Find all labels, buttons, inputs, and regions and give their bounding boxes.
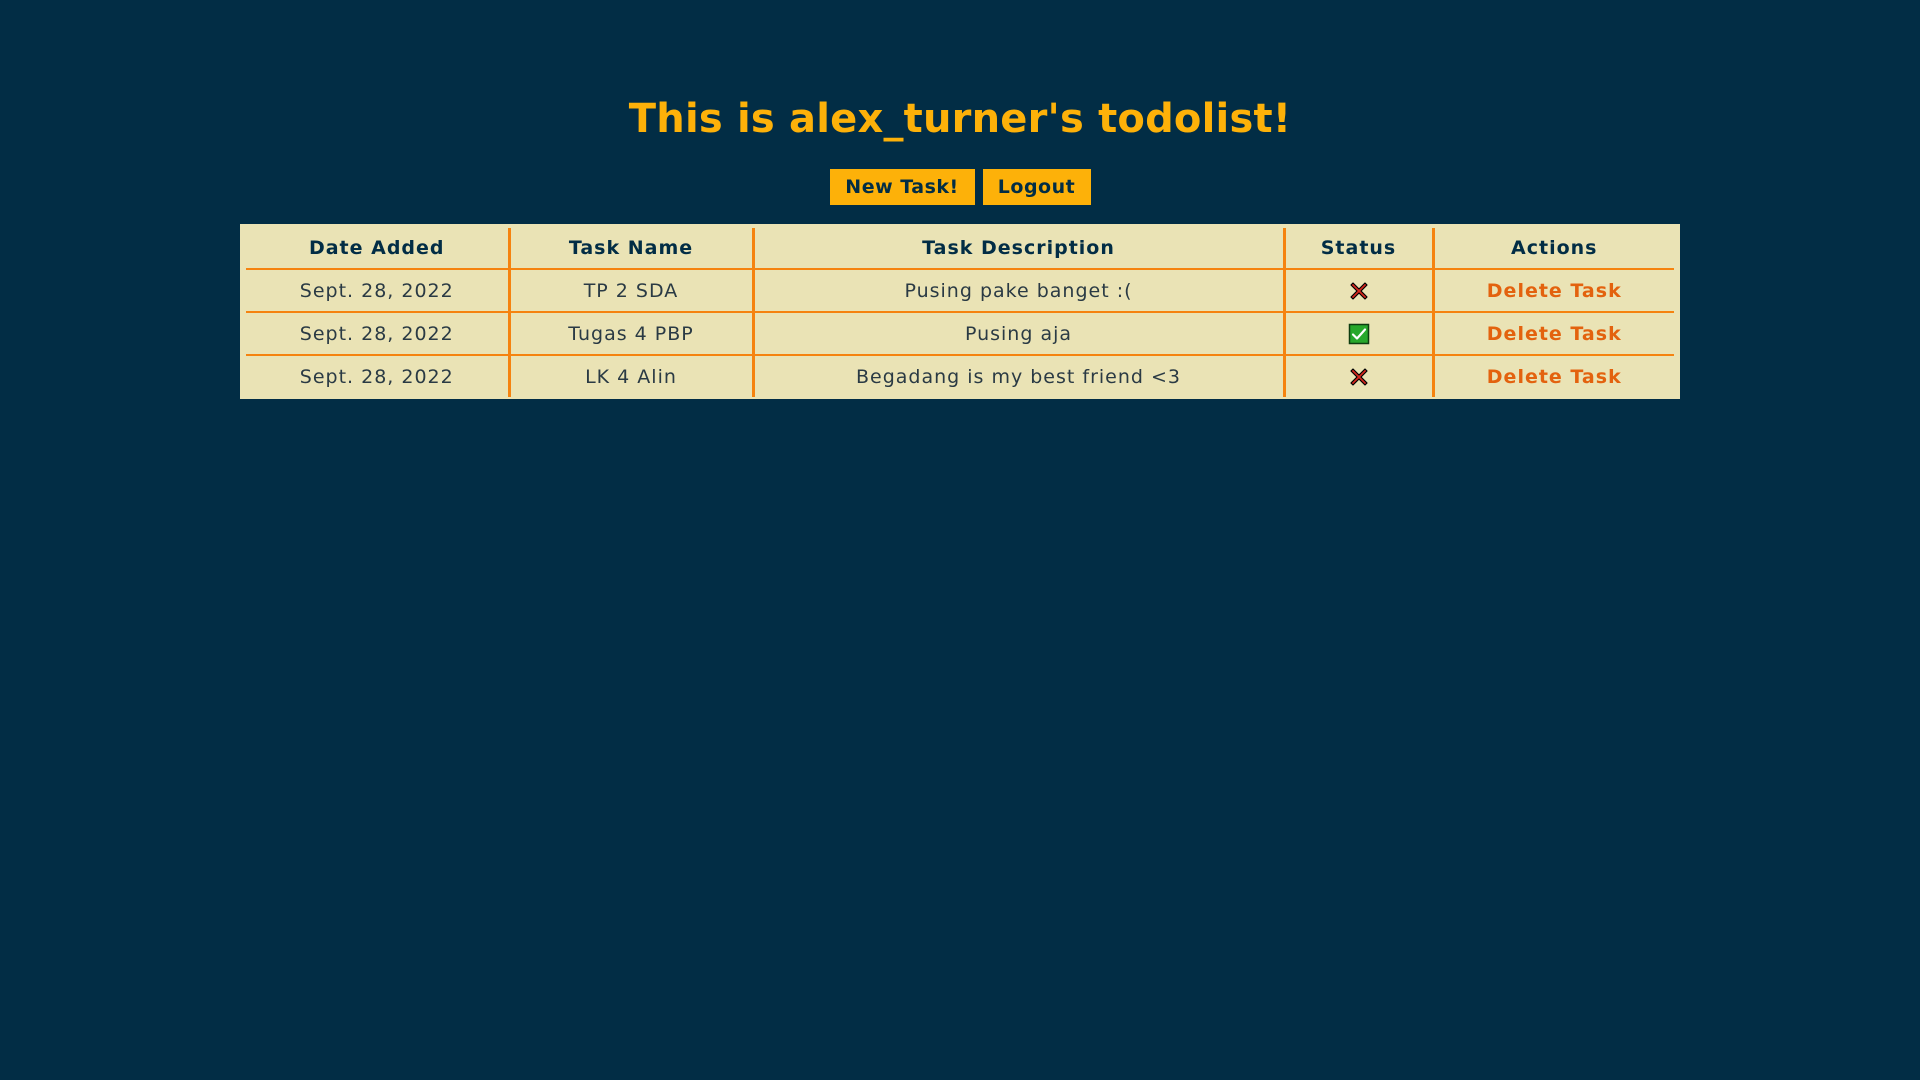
table-row: Sept. 28, 2022 LK 4 Alin Begadang is my …	[246, 355, 1674, 397]
cell-status	[1282, 312, 1433, 356]
cell-task-name: TP 2 SDA	[507, 269, 753, 313]
cell-actions: Delete Task	[1431, 269, 1674, 313]
logout-button[interactable]: Logout	[982, 169, 1091, 205]
check-icon	[1348, 323, 1369, 344]
cell-status	[1282, 269, 1433, 313]
table-row: Sept. 28, 2022 TP 2 SDA Pusing pake bang…	[246, 269, 1674, 313]
column-header-actions: Actions	[1431, 228, 1674, 270]
new-task-button[interactable]: New Task!	[829, 169, 975, 205]
page-title: This is alex_turner's todolist!	[628, 96, 1292, 142]
table-row: Sept. 28, 2022 Tugas 4 PBP Pusing aja De…	[246, 312, 1674, 356]
column-header-task-description: Task Description	[751, 228, 1284, 270]
cell-task-description: Pusing pake banget :(	[751, 269, 1284, 313]
delete-task-link[interactable]: Delete Task	[1487, 366, 1622, 388]
cell-date: Sept. 28, 2022	[299, 365, 454, 388]
column-header-task-name: Task Name	[507, 228, 753, 270]
column-header-date-added: Date Added	[246, 228, 509, 270]
cross-icon	[1349, 282, 1368, 300]
cell-task-name: LK 4 Alin	[507, 355, 753, 397]
todolist-page: This is alex_turner's todolist! New Task…	[0, 0, 1920, 1080]
cell-task-name: Tugas 4 PBP	[507, 312, 753, 356]
cell-actions: Delete Task	[1431, 355, 1674, 397]
table-header-row: Date Added Task Name Task Description St…	[246, 228, 1674, 270]
column-header-status: Status	[1282, 228, 1433, 270]
cross-icon	[1349, 368, 1368, 386]
cell-task-description: Pusing aja	[751, 312, 1284, 356]
delete-task-link[interactable]: Delete Task	[1487, 323, 1622, 345]
cell-date: Sept. 28, 2022	[246, 312, 509, 356]
cell-actions: Delete Task	[1431, 312, 1674, 356]
delete-task-link[interactable]: Delete Task	[1487, 280, 1622, 302]
toolbar: New Task! Logout	[0, 169, 1920, 205]
task-table-container: Date Added Task Name Task Description St…	[240, 224, 1680, 399]
cell-date: Sept. 28, 2022	[246, 269, 509, 313]
task-table: Date Added Task Name Task Description St…	[246, 228, 1674, 397]
cell-task-description: Begadang is my best friend <3	[751, 355, 1284, 397]
cell-status	[1282, 355, 1433, 397]
